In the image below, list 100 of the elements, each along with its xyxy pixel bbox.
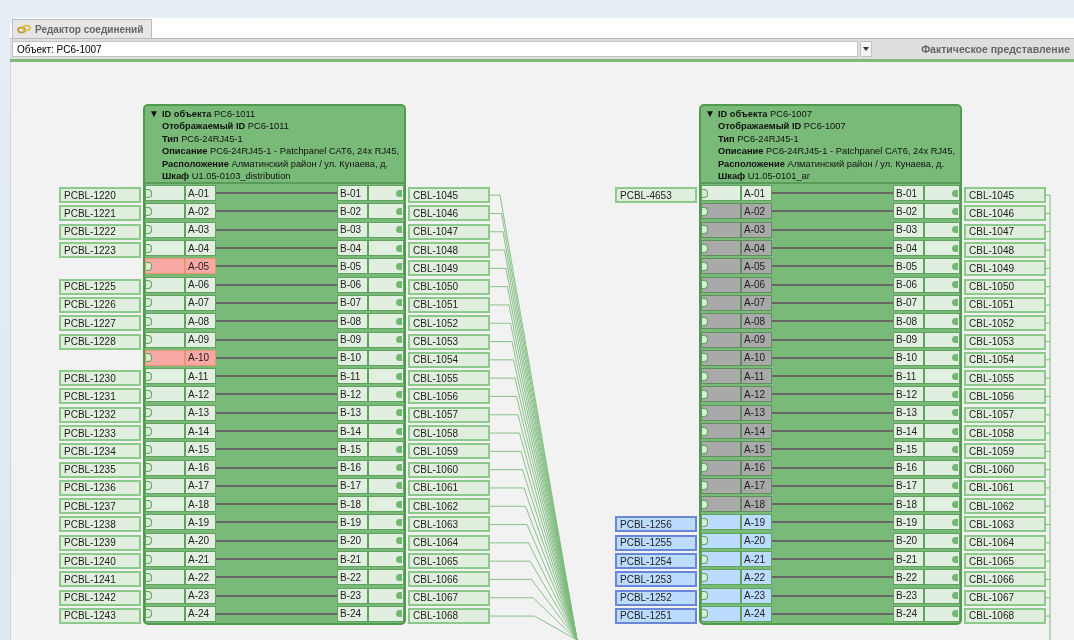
cable-label[interactable]: PCBL-1235 [59, 461, 141, 478]
port-socket[interactable] [924, 496, 960, 513]
cable-label[interactable]: CBL-1045 [408, 187, 490, 204]
object-select[interactable]: Объект: PC6-1007 [12, 41, 858, 57]
cable-label[interactable]: PCBL-1228 [59, 333, 141, 350]
port-socket[interactable] [701, 240, 741, 257]
port-socket[interactable] [924, 532, 960, 549]
cable-label[interactable]: PCBL-1233 [59, 425, 141, 441]
cable-label[interactable]: PCBL-1238 [59, 516, 141, 533]
cable-label[interactable]: CBL-1058 [964, 425, 1046, 441]
cable-label[interactable]: CBL-1049 [964, 260, 1046, 277]
port-socket[interactable] [145, 221, 185, 238]
port-socket[interactable] [368, 221, 404, 238]
cable-label[interactable]: CBL-1061 [408, 479, 490, 496]
port-socket[interactable] [701, 459, 741, 476]
port-socket[interactable] [701, 294, 741, 311]
port-socket[interactable] [924, 331, 960, 348]
port-socket[interactable] [145, 404, 185, 421]
port-socket[interactable] [701, 477, 741, 494]
cable-label[interactable]: CBL-1068 [408, 607, 490, 624]
cable-label[interactable]: CBL-1052 [408, 315, 490, 332]
port-socket[interactable] [701, 514, 741, 531]
port-socket[interactable] [701, 331, 741, 348]
cable-label[interactable]: PCBL-1222 [59, 223, 141, 240]
cable-label[interactable]: PCBL-1234 [59, 443, 141, 460]
port-socket[interactable] [924, 587, 960, 604]
port-socket[interactable] [145, 459, 185, 476]
port-socket[interactable] [924, 569, 960, 586]
port-socket[interactable] [924, 221, 960, 238]
port-socket[interactable] [145, 423, 185, 439]
cable-label[interactable]: CBL-1055 [964, 370, 1046, 387]
port-socket[interactable] [924, 514, 960, 531]
cable-label[interactable]: PCBL-1253 [615, 571, 697, 588]
port-socket[interactable] [701, 551, 741, 568]
port-socket[interactable] [701, 258, 741, 275]
port-socket[interactable] [924, 423, 960, 439]
cable-label[interactable]: CBL-1058 [408, 425, 490, 441]
port-socket[interactable] [701, 423, 741, 439]
cable-label[interactable]: CBL-1054 [964, 351, 1046, 368]
collapse-toggle[interactable]: ▼ [705, 108, 715, 182]
cable-label[interactable]: CBL-1055 [408, 370, 490, 387]
cable-label[interactable]: CBL-1064 [408, 534, 490, 551]
port-socket[interactable] [145, 496, 185, 513]
port-socket[interactable] [924, 459, 960, 476]
cable-label[interactable]: CBL-1063 [964, 516, 1046, 533]
port-socket[interactable] [368, 368, 404, 385]
cable-label[interactable]: CBL-1062 [408, 498, 490, 515]
cable-label[interactable]: PCBL-1241 [59, 571, 141, 588]
cable-label[interactable]: CBL-1057 [964, 406, 1046, 423]
cable-label[interactable]: CBL-1068 [964, 607, 1046, 624]
dropdown-button[interactable] [860, 41, 872, 57]
port-socket[interactable] [701, 404, 741, 421]
port-socket[interactable] [145, 532, 185, 549]
cable-label[interactable]: PCBL-1231 [59, 388, 141, 405]
port-socket[interactable] [368, 386, 404, 403]
port-socket[interactable] [701, 569, 741, 586]
port-socket[interactable] [924, 185, 960, 202]
cable-label[interactable]: CBL-1047 [408, 223, 490, 240]
cable-label[interactable]: CBL-1048 [408, 242, 490, 259]
cable-label[interactable]: CBL-1064 [964, 534, 1046, 551]
port-socket[interactable] [701, 368, 741, 385]
cable-label[interactable]: PCBL-1230 [59, 370, 141, 387]
cable-label[interactable]: CBL-1050 [408, 278, 490, 295]
cable-label[interactable]: PCBL-1227 [59, 315, 141, 332]
port-socket[interactable] [145, 185, 185, 202]
cable-label[interactable]: CBL-1062 [964, 498, 1046, 515]
cable-label[interactable]: CBL-1066 [964, 571, 1046, 588]
cable-label[interactable]: PCBL-1242 [59, 589, 141, 606]
port-socket[interactable] [701, 587, 741, 604]
port-socket[interactable] [924, 605, 960, 622]
port-socket[interactable] [701, 203, 741, 220]
port-socket[interactable] [145, 294, 185, 311]
cable-label[interactable]: CBL-1066 [408, 571, 490, 588]
port-socket[interactable] [145, 514, 185, 531]
port-socket[interactable] [701, 605, 741, 622]
port-socket[interactable] [368, 496, 404, 513]
cable-label[interactable]: CBL-1060 [964, 461, 1046, 478]
port-socket[interactable] [924, 240, 960, 257]
port-socket[interactable] [368, 551, 404, 568]
cable-label[interactable]: PCBL-1220 [59, 187, 141, 204]
cable-label[interactable]: CBL-1065 [964, 553, 1046, 570]
port-socket[interactable] [368, 477, 404, 494]
cable-label[interactable]: CBL-1050 [964, 278, 1046, 295]
port-socket[interactable] [924, 313, 960, 330]
cable-label[interactable]: CBL-1056 [408, 388, 490, 405]
port-socket[interactable] [368, 276, 404, 293]
port-socket[interactable] [924, 551, 960, 568]
port-socket[interactable] [145, 569, 185, 586]
port-socket[interactable] [145, 368, 185, 385]
cable-label[interactable]: CBL-1049 [408, 260, 490, 277]
port-socket[interactable] [368, 441, 404, 458]
port-socket[interactable] [701, 349, 741, 366]
port-socket[interactable] [368, 514, 404, 531]
cable-label[interactable]: PCBL-1225 [59, 278, 141, 295]
cable-label[interactable]: CBL-1051 [964, 296, 1046, 313]
port-socket[interactable] [145, 349, 185, 366]
cable-label[interactable]: CBL-1060 [408, 461, 490, 478]
cable-label[interactable]: CBL-1045 [964, 187, 1046, 204]
port-socket[interactable] [368, 423, 404, 439]
cable-label[interactable]: PCBL-1236 [59, 479, 141, 496]
